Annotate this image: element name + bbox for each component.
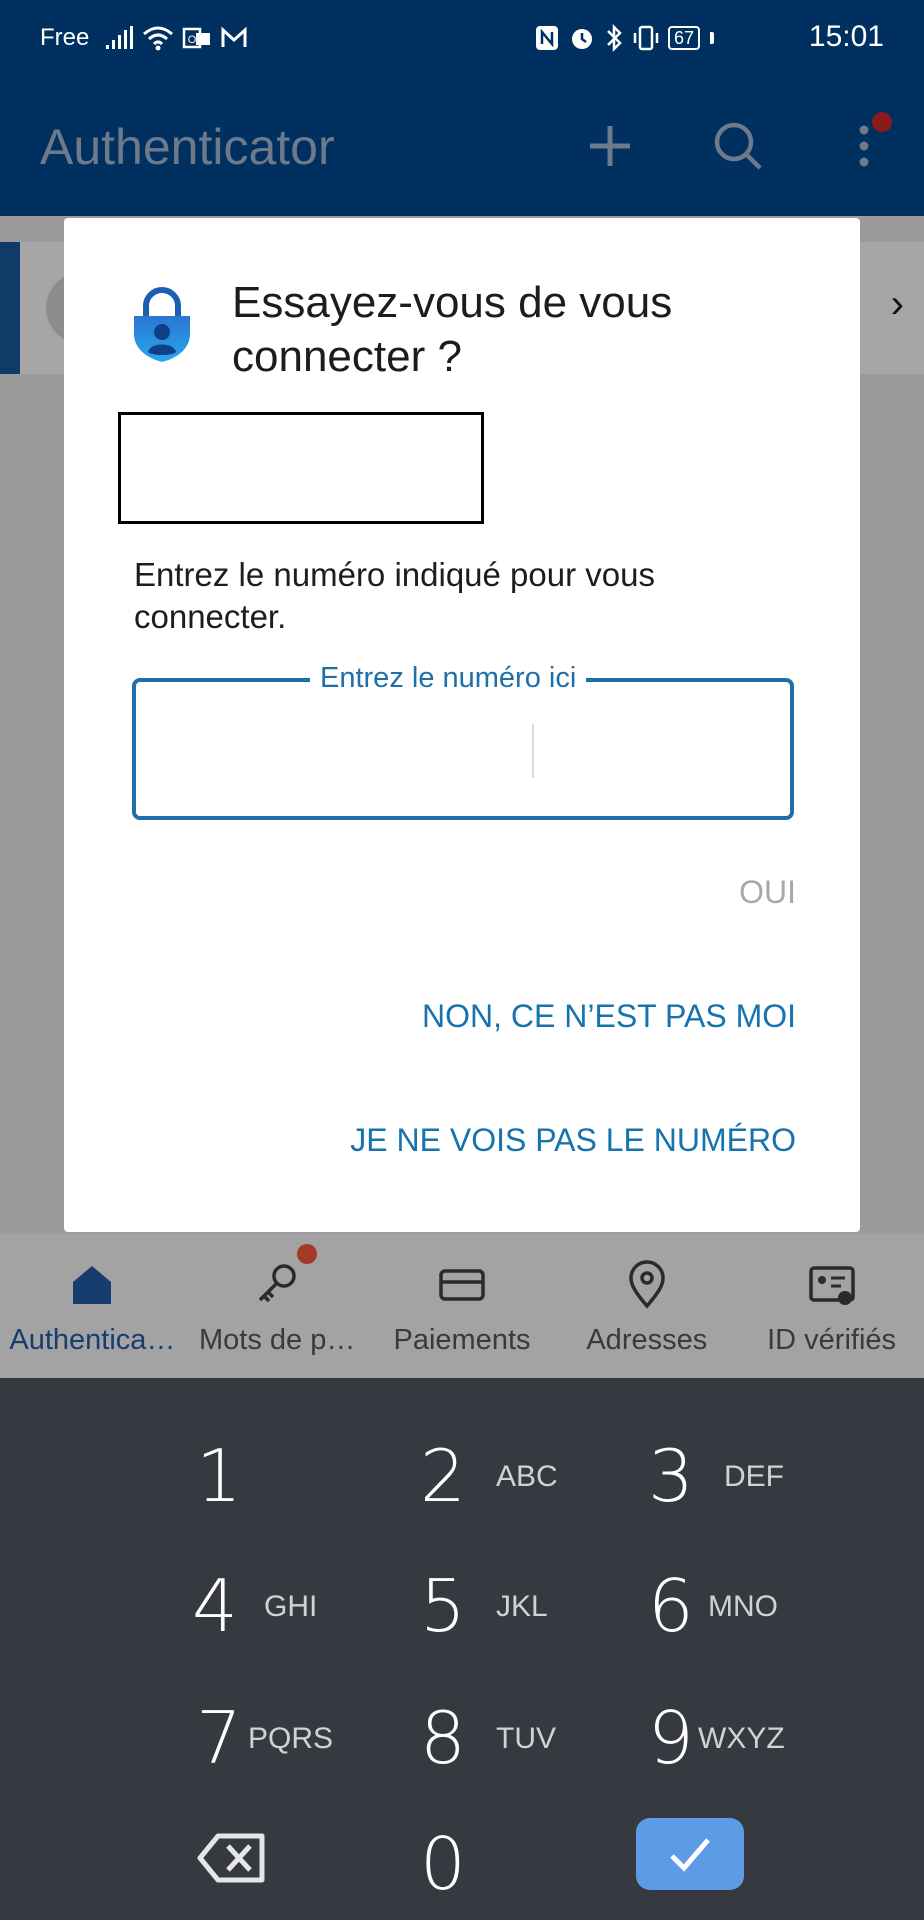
battery-indicator: 67: [667, 26, 700, 50]
account-accent-bar: [0, 242, 20, 374]
redacted-account-box: [118, 412, 484, 524]
not-me-button[interactable]: NON, CE N’EST PAS MOI: [422, 998, 796, 1035]
nav-label: Paiements: [393, 1324, 531, 1356]
chevron-right-icon: ›: [890, 282, 904, 326]
card-icon: [439, 1269, 485, 1301]
key-4[interactable]: 4 GHI: [172, 1550, 396, 1660]
nav-label: Adresses: [586, 1324, 708, 1356]
key-digit: 0: [420, 1822, 466, 1906]
cant-see-number-button[interactable]: JE NE VOIS PAS LE NUMÉRO: [350, 1122, 796, 1159]
backspace-icon[interactable]: [196, 1830, 268, 1886]
nav-badge: [296, 1244, 317, 1264]
location-icon: [629, 1260, 665, 1309]
key-digit: 5: [420, 1564, 466, 1648]
alarm-icon: [571, 29, 592, 49]
key-letters: TUV: [496, 1722, 556, 1755]
dialog-title: Essayez-vous de vous connecter ?: [232, 278, 673, 381]
nav-label: Mots de p…: [199, 1324, 356, 1356]
svg-text:O: O: [188, 34, 197, 46]
number-input-label: Entrez le numéro ici: [310, 662, 587, 695]
key-icon: [258, 1264, 296, 1303]
authenticator-lock-icon: [134, 287, 190, 362]
signal-icon: [106, 26, 133, 49]
key-digit: 4: [192, 1564, 238, 1648]
key-letters: GHI: [264, 1590, 318, 1623]
key-letters: JKL: [496, 1590, 548, 1623]
key-5[interactable]: 5 JKL: [400, 1550, 624, 1660]
nav-label: ID vérifiés: [767, 1324, 897, 1356]
key-digit: 8: [420, 1696, 466, 1780]
key-letters: PQRS: [248, 1722, 334, 1755]
key-7[interactable]: 7 PQRS: [176, 1682, 400, 1792]
key-0[interactable]: 0: [400, 1808, 624, 1918]
dialog-instruction: Entrez le numéro indiqué pour vous conne…: [134, 556, 655, 635]
app-title: Authenticator: [40, 119, 335, 175]
clock: 15:01: [808, 20, 884, 53]
nav-item-authenticator[interactable]: Authentica…: [0, 1234, 185, 1378]
key-digit: 7: [196, 1696, 242, 1780]
key-3[interactable]: 3 DEF: [628, 1420, 852, 1530]
battery-level: 67: [673, 28, 694, 48]
key-letters: WXYZ: [698, 1722, 785, 1755]
search-icon[interactable]: [706, 114, 770, 178]
home-icon: [73, 1266, 112, 1304]
confirm-key[interactable]: [636, 1818, 744, 1890]
key-letters: ABC: [496, 1460, 558, 1493]
key-9[interactable]: 9 WXYZ: [628, 1682, 852, 1792]
key-letters: MNO: [708, 1590, 778, 1623]
status-bar: Free O 67 15:01: [0, 0, 924, 76]
key-digit: 1: [196, 1434, 242, 1518]
key-digit: 3: [648, 1434, 694, 1518]
gmail-icon: [221, 26, 247, 47]
nav-item-verified-ids[interactable]: ID vérifiés: [739, 1234, 924, 1378]
key-2[interactable]: 2 ABC: [400, 1420, 624, 1530]
outlook-icon: O: [182, 27, 210, 49]
bottom-nav: Authentica… Mots de p… Paiements Adresse…: [0, 1234, 924, 1378]
key-letters: DEF: [724, 1460, 784, 1493]
nav-label: Authentica…: [9, 1324, 176, 1356]
text-caret: [532, 724, 534, 778]
verified-id-icon: [808, 1266, 855, 1305]
yes-button[interactable]: OUI: [739, 874, 796, 911]
checkmark-icon: [670, 1838, 710, 1872]
key-6[interactable]: 6 MNO: [628, 1550, 852, 1660]
key-1[interactable]: 1: [176, 1420, 400, 1530]
notification-dot: [872, 112, 892, 132]
key-8[interactable]: 8 TUV: [400, 1682, 624, 1792]
wifi-icon: [143, 26, 173, 51]
app-bar: Authenticator: [0, 76, 924, 216]
key-digit: 6: [648, 1564, 694, 1648]
key-digit: 9: [648, 1696, 694, 1780]
carrier-name: Free: [40, 24, 90, 51]
battery-tip: [710, 32, 714, 44]
add-icon[interactable]: [578, 114, 642, 178]
vibrate-icon: [633, 25, 659, 51]
nav-item-payments[interactable]: Paiements: [370, 1234, 555, 1378]
nfc-icon: [535, 26, 558, 50]
nav-item-addresses[interactable]: Adresses: [554, 1234, 739, 1378]
key-digit: 2: [420, 1434, 466, 1518]
number-input[interactable]: Entrez le numéro ici: [132, 662, 794, 820]
nav-item-passwords[interactable]: Mots de p…: [185, 1234, 370, 1378]
sign-in-approval-dialog: Essayez-vous de vous connecter ? Entrez …: [64, 218, 860, 1232]
bluetooth-icon: [607, 23, 622, 53]
